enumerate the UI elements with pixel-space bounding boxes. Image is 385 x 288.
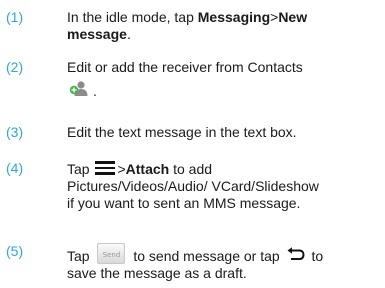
menu-label-attach: Attach	[125, 161, 170, 177]
step-text-part: .	[93, 82, 97, 99]
send-button-icon: Send	[97, 243, 126, 264]
step-text-part: to send message or tap	[129, 248, 284, 264]
step-number: (5)	[6, 243, 24, 259]
menu-label-messaging: Messaging	[197, 9, 271, 25]
menu-label-new: New	[278, 9, 308, 25]
step-text: Tap Send to send message or tap to save …	[67, 243, 379, 282]
step-number: (1)	[6, 9, 24, 25]
step-text-part: In the idle mode, tap	[67, 9, 198, 25]
step-text-line: save the message as a draft.	[67, 265, 247, 281]
step-text-part: Edit the text message in the text box.	[67, 124, 297, 140]
send-button-label: Send	[102, 251, 121, 259]
step-text: Edit or add the receiver from Contacts .	[67, 59, 379, 99]
step-text-part: to	[307, 248, 324, 264]
step-text-part: Tap	[67, 161, 94, 177]
menu-icon	[93, 160, 117, 176]
step-text-line: Pictures/Videos/Audio/ VCard/Slideshow	[67, 178, 319, 194]
step-number: (4)	[6, 160, 24, 176]
step-text: Edit the text message in the text box.	[67, 124, 379, 141]
step-text-part: .	[126, 26, 131, 42]
step-number: (3)	[6, 124, 24, 140]
back-icon	[286, 247, 306, 263]
menu-label-message: message	[67, 26, 127, 42]
step-text-part: Tap	[67, 248, 94, 264]
step-number: (2)	[6, 59, 24, 75]
step-text-line: if you want to sent an MMS message.	[67, 195, 301, 211]
step-text-part: Edit or add the receiver from Contacts	[67, 59, 303, 75]
separator: >	[117, 161, 126, 177]
step-text: In the idle mode, tap Messaging>New mess…	[67, 9, 379, 43]
step-text-part: to add	[169, 161, 213, 177]
step-text: Tap >Attach to add Pictures/Videos/Audio…	[67, 160, 379, 212]
add-contact-icon	[69, 80, 89, 96]
